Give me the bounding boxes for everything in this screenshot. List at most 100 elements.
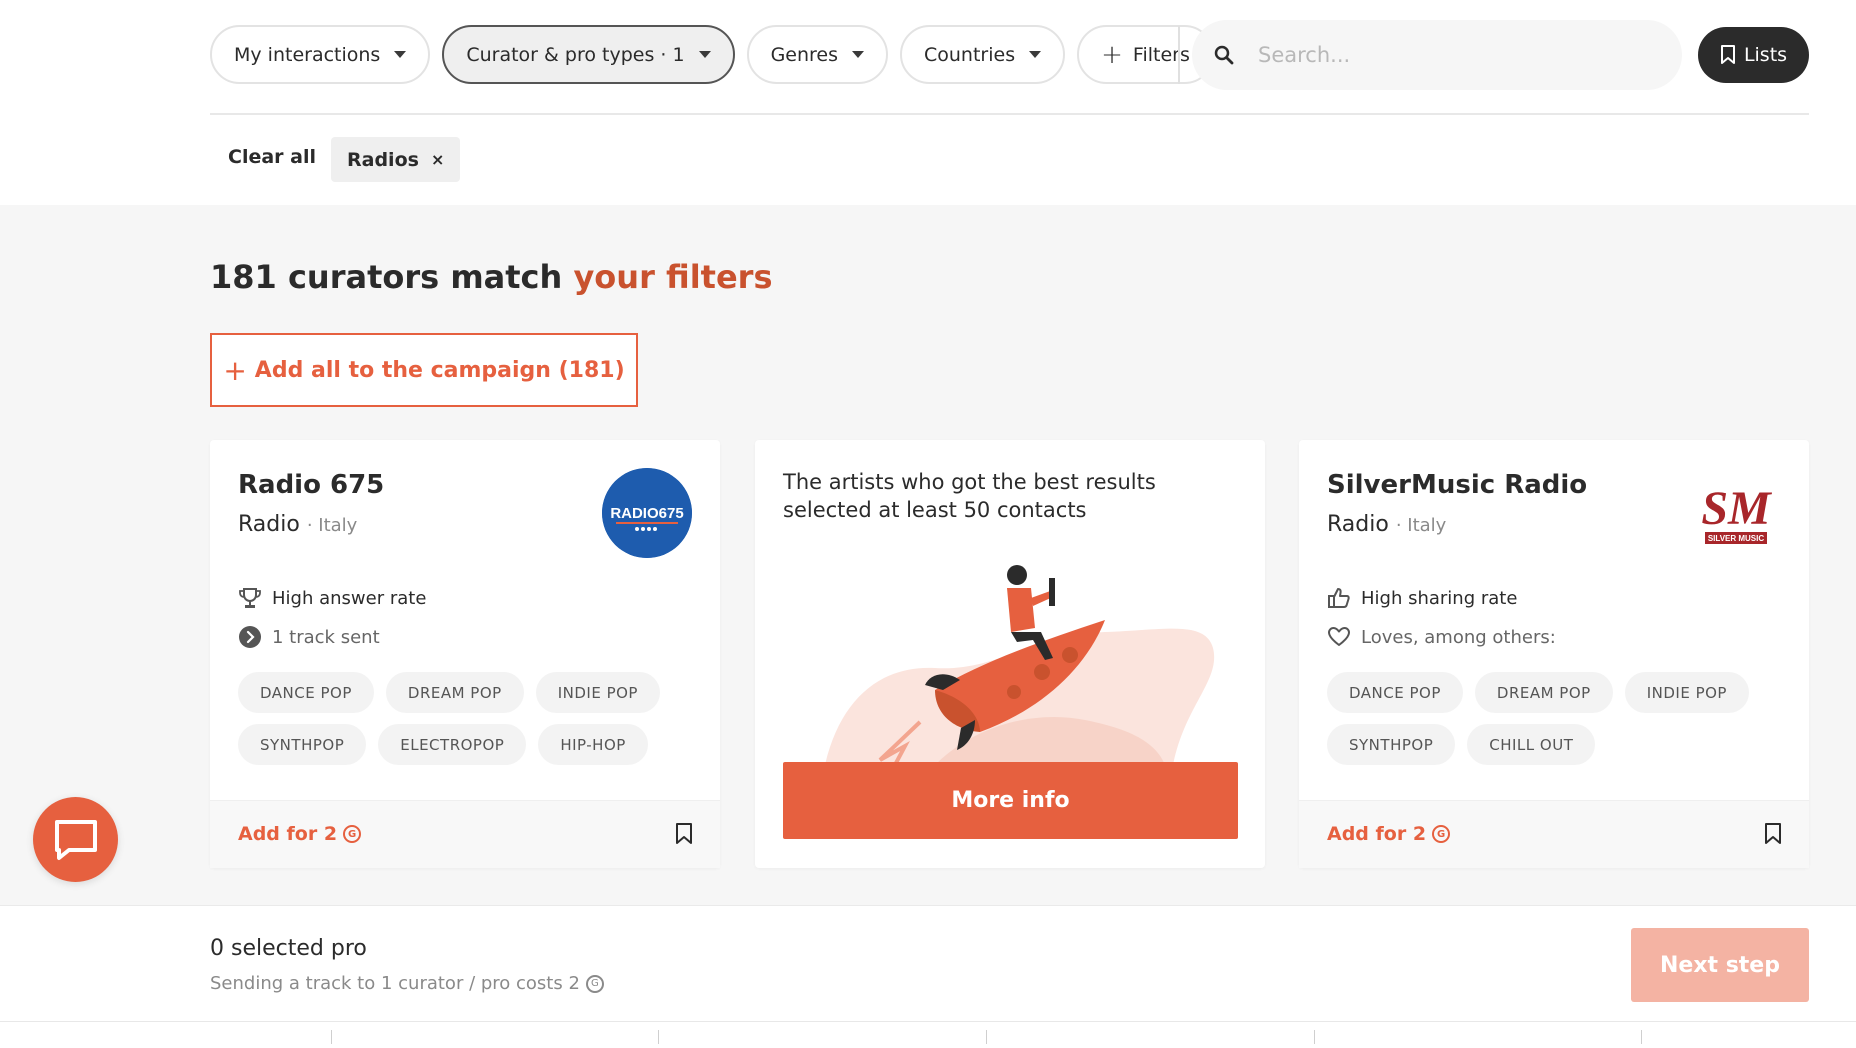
curator-type: Radio · Italy: [1327, 512, 1446, 537]
cost-text: Sending a track to 1 curator / pro costs…: [210, 973, 580, 994]
genre-tag: DANCE POP: [1327, 672, 1463, 713]
coin-icon: G: [585, 974, 604, 993]
caret-down-icon: [394, 51, 407, 58]
bookmark-button[interactable]: [1763, 822, 1783, 850]
plus-icon: +: [223, 353, 247, 387]
divider: [210, 113, 1809, 115]
card-footer: Add for 2 G: [210, 800, 720, 868]
curator-type-label: Radio: [1327, 512, 1389, 537]
bookmark-button[interactable]: [674, 822, 694, 850]
genre-tag: DREAM POP: [385, 672, 524, 713]
coin-icon: G: [343, 825, 362, 843]
stat-label: 1 track sent: [272, 626, 380, 648]
genre-tag: SYNTHPOP: [238, 724, 367, 765]
caret-down-icon: [698, 51, 711, 58]
divider: [1641, 1030, 1642, 1044]
coin-icon: G: [1432, 825, 1451, 843]
curator-card[interactable]: Radio 675 Radio · Italy RADIO675 High an…: [210, 440, 720, 868]
curator-logo: RADIO675: [602, 468, 692, 558]
genre-tags: DANCE POP DREAM POP INDIE POP SYNTHPOP E…: [238, 672, 698, 776]
lists-label: Lists: [1743, 44, 1788, 66]
curator-types-label: Curator & pro types · 1: [466, 43, 685, 66]
search-input[interactable]: [1258, 43, 1638, 67]
divider: [331, 1030, 332, 1044]
stat-loves: Loves, among others:: [1327, 625, 1556, 649]
next-step-button[interactable]: Next step: [1631, 928, 1809, 1002]
stat-label: Loves, among others:: [1361, 626, 1556, 648]
stat-sharing-rate: High sharing rate: [1327, 586, 1517, 610]
countries-filter[interactable]: Countries: [900, 25, 1066, 84]
promo-card: The artists who got the best results sel…: [755, 440, 1265, 868]
add-all-button[interactable]: + Add all to the campaign (181): [210, 333, 638, 407]
results-count: 181 curators match: [210, 258, 574, 296]
curator-name: Radio 675: [238, 470, 385, 500]
more-filters-label: Filters: [1132, 43, 1190, 66]
curator-country: · Italy: [1395, 515, 1447, 536]
filter-header: My interactions Curator & pro types · 1 …: [0, 0, 1856, 205]
curator-logo: SM SILVER MUSIC: [1691, 468, 1781, 558]
active-filter-chip-radios[interactable]: Radios ×: [331, 137, 461, 182]
curator-card[interactable]: SilverMusic Radio Radio · Italy SM SILVE…: [1299, 440, 1809, 868]
my-interactions-label: My interactions: [234, 43, 381, 66]
stat-label: High answer rate: [272, 587, 427, 609]
chat-icon: [54, 819, 97, 860]
genre-tag: SYNTHPOP: [1327, 724, 1456, 765]
curator-country: · Italy: [306, 515, 358, 536]
selection-bar: 0 selected pro Sending a track to 1 cura…: [0, 905, 1856, 1021]
heart-icon: [1328, 627, 1350, 646]
curator-type: Radio · Italy: [238, 512, 357, 537]
trophy-icon: [239, 588, 261, 608]
genres-label: Genres: [770, 43, 838, 66]
search-icon: [1214, 45, 1234, 65]
cost-info: Sending a track to 1 curator / pro costs…: [210, 973, 604, 994]
promo-text: The artists who got the best results sel…: [783, 470, 1156, 522]
filter-pills: My interactions Curator & pro types · 1 …: [210, 25, 1226, 84]
add-label: Add for 2: [1327, 823, 1427, 845]
divider: [1314, 1030, 1315, 1044]
curator-name: SilverMusic Radio: [1327, 470, 1588, 500]
stat-answer-rate: High answer rate: [238, 586, 426, 610]
add-all-label: Add all to the campaign (181): [254, 357, 625, 383]
card-footer: Add for 2 G: [1299, 800, 1809, 868]
thumbs-up-icon: [1328, 588, 1350, 608]
lists-button[interactable]: Lists: [1698, 27, 1809, 83]
results-accent: your filters: [573, 258, 773, 296]
bookmark-icon: [1720, 45, 1735, 64]
genres-filter[interactable]: Genres: [746, 25, 888, 84]
selected-count: 0 selected pro: [210, 936, 367, 961]
logo-text: RADIO675: [610, 505, 683, 522]
stat-tracks-sent: 1 track sent: [238, 625, 380, 649]
genre-tag: DREAM POP: [1474, 672, 1613, 713]
divider: [986, 1030, 987, 1044]
caret-down-icon: [852, 51, 864, 58]
chip-label: Radios: [347, 148, 419, 171]
results-headline: 181 curators match your filters: [210, 258, 773, 296]
divider: [658, 1030, 659, 1044]
rocket-illustration: [825, 565, 1215, 765]
more-info-button[interactable]: More info: [783, 762, 1238, 839]
genre-tags: DANCE POP DREAM POP INDIE POP SYNTHPOP C…: [1327, 672, 1787, 776]
add-curator-button[interactable]: Add for 2 G: [1327, 823, 1451, 845]
add-label: Add for 2: [238, 823, 338, 845]
bookmark-icon: [676, 823, 692, 844]
logo-subtext: SILVER MUSIC: [1708, 534, 1765, 543]
close-icon[interactable]: ×: [431, 150, 444, 169]
genre-tag: HIP-HOP: [538, 724, 648, 765]
stat-label: High sharing rate: [1361, 587, 1518, 609]
genre-tag: CHILL OUT: [1467, 724, 1596, 765]
my-interactions-filter[interactable]: My interactions: [210, 25, 431, 84]
genre-tag: DANCE POP: [238, 672, 374, 713]
genre-tag: INDIE POP: [1624, 672, 1749, 713]
curator-type-label: Radio: [238, 512, 300, 537]
divider: [1178, 26, 1180, 84]
countries-label: Countries: [924, 43, 1016, 66]
chat-button[interactable]: [33, 797, 118, 882]
genre-tag: ELECTROPOP: [378, 724, 527, 765]
add-curator-button[interactable]: Add for 2 G: [238, 823, 362, 845]
plus-icon: +: [1101, 39, 1123, 70]
curator-types-filter[interactable]: Curator & pro types · 1: [442, 25, 735, 84]
bottom-strip: [0, 1021, 1856, 1048]
clear-all-button[interactable]: Clear all: [228, 146, 316, 168]
search-box[interactable]: [1192, 20, 1682, 90]
logo-text: SM: [1701, 482, 1773, 535]
